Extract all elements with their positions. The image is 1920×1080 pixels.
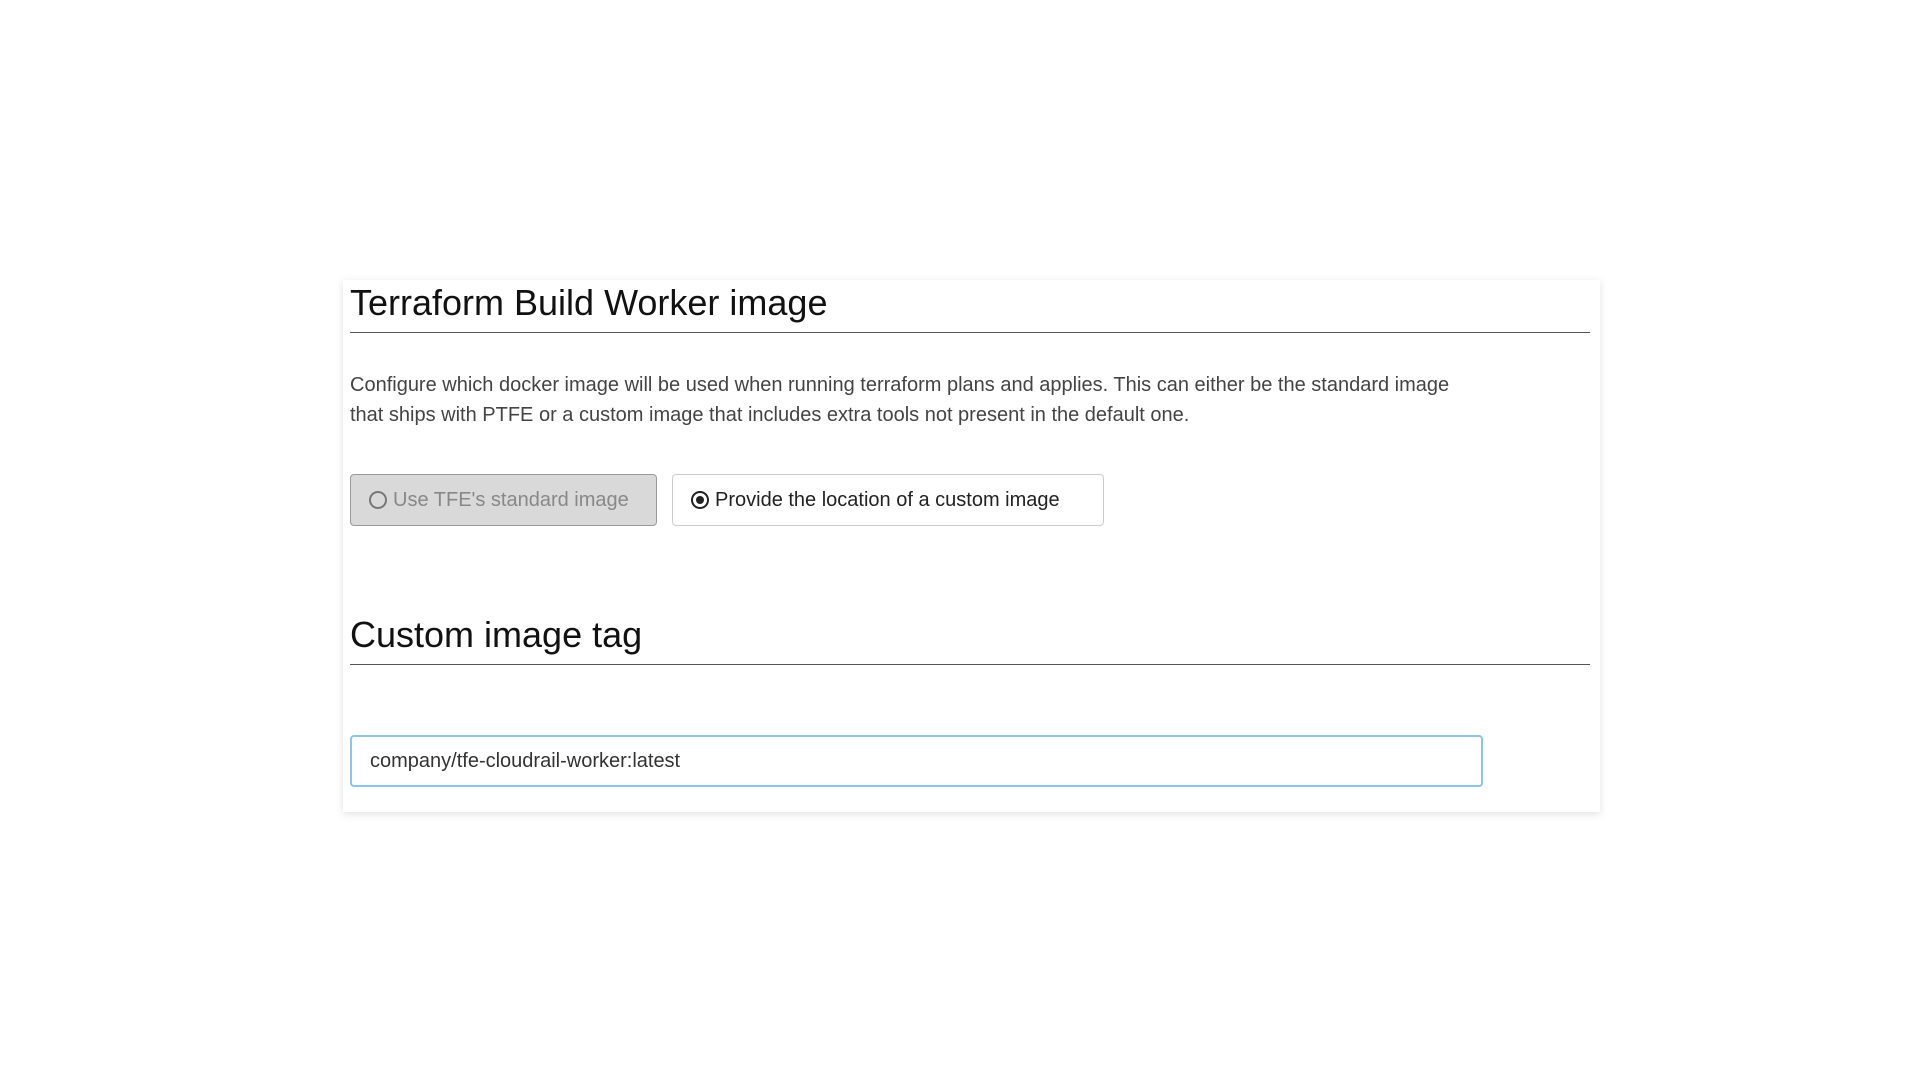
radio-unchecked-icon xyxy=(369,491,387,509)
standard-image-label: Use TFE's standard image xyxy=(393,488,629,511)
build-worker-title: Terraform Build Worker image xyxy=(350,280,1590,333)
custom-image-section: Custom image tag xyxy=(350,612,1590,665)
radio-checked-icon xyxy=(691,491,709,509)
custom-image-option[interactable]: Provide the location of a custom image xyxy=(672,474,1104,526)
custom-image-label: Provide the location of a custom image xyxy=(715,488,1060,511)
image-option-group: Use TFE's standard image Provide the loc… xyxy=(350,474,1104,526)
standard-image-option[interactable]: Use TFE's standard image xyxy=(350,474,657,526)
settings-content: Terraform Build Worker image Configure w… xyxy=(350,280,1590,787)
build-worker-description: Configure which docker image will be use… xyxy=(350,374,1450,426)
custom-image-title: Custom image tag xyxy=(350,612,1590,665)
settings-panel: Terraform Build Worker image Configure w… xyxy=(343,280,1600,812)
custom-image-tag-input[interactable] xyxy=(350,735,1483,787)
